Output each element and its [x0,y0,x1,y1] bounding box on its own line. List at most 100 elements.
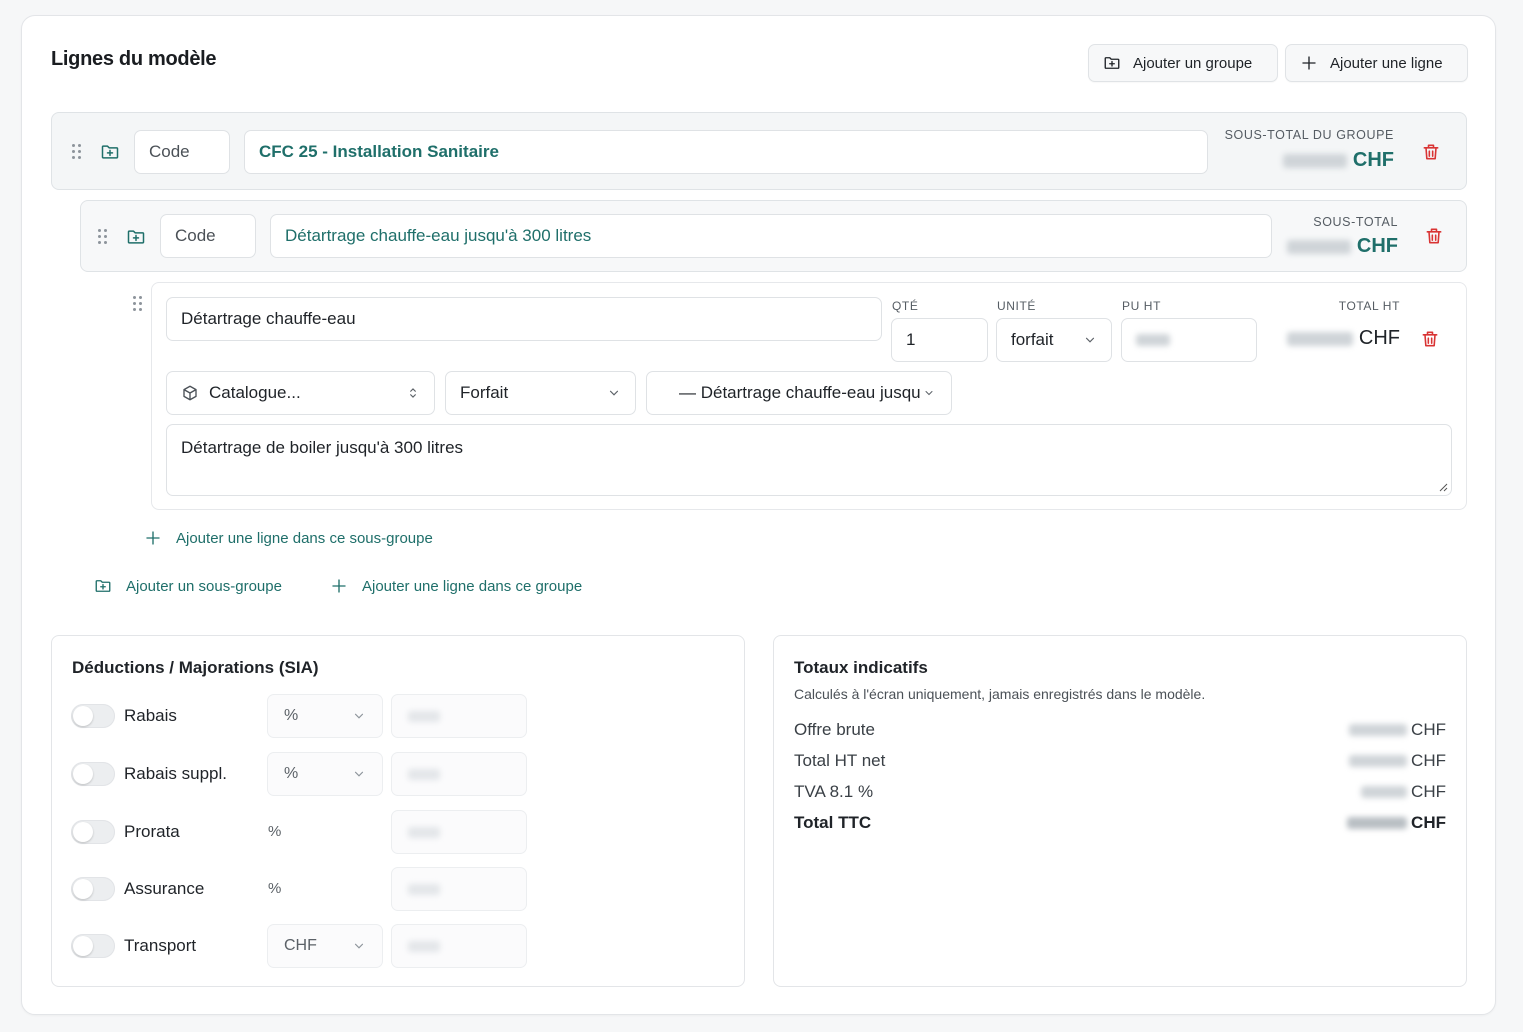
prorata-unit: % [268,823,282,840]
delete-subgroup-trash-icon[interactable] [1424,226,1444,246]
chevron-down-icon [925,391,933,396]
chevron-down-icon [1085,337,1095,343]
total-ht-amount: CHF [1286,327,1400,350]
total-row-offre-brute: Offre brute CHF [794,720,1446,740]
total-row-ttc: Total TTC CHF [794,813,1446,833]
type-value: Forfait [460,383,509,402]
resize-handle-icon[interactable] [1438,482,1448,492]
drag-handle-icon[interactable] [72,144,82,160]
rabais-toggle[interactable] [71,704,115,728]
prorata-value-input[interactable] [391,810,527,854]
chevron-down-icon [354,771,364,777]
transport-value-blurred [408,940,440,952]
section-title: Lignes du modèle [51,48,217,70]
rabais-unit-select[interactable]: % [267,694,383,738]
add-line-label: Ajouter une ligne [1330,54,1443,72]
folder-plus-icon [95,580,111,592]
ttc-value-blurred [1347,817,1408,829]
unit-label: UNITÉ [997,299,1036,313]
qty-input[interactable]: 1 [891,318,988,362]
deductions-title: Déductions / Majorations (SIA) [72,658,319,677]
total-ht-currency: CHF [1358,327,1400,349]
type-select[interactable]: Forfait [445,371,636,415]
total-row-tva: TVA 8.1 % CHF [794,782,1446,802]
rabais-suppl-unit-select[interactable]: % [267,752,383,796]
assurance-value-input[interactable] [391,867,527,911]
delete-group-trash-icon[interactable] [1421,142,1441,162]
plus-icon [1302,56,1316,70]
group-subtotal-value-blurred [1282,153,1347,168]
group-subtotal-amount: CHF [1282,149,1394,172]
add-line-in-group-label: Ajouter une ligne dans ce groupe [362,577,583,595]
subgroup-code-input[interactable]: Code [160,214,256,258]
rabais-label: Rabais [124,706,177,725]
add-subgroup-label: Ajouter un sous-groupe [126,577,282,595]
add-line-in-subgroup-label: Ajouter une ligne dans ce sous-groupe [176,529,433,547]
tva-currency: CHF [1411,782,1446,801]
add-subgroup-link[interactable]: Ajouter un sous-groupe [94,577,282,595]
prorata-value-blurred [408,826,440,838]
unit-select[interactable]: forfait [996,318,1112,362]
rabais-suppl-value-blurred [408,768,440,780]
add-line-button[interactable]: Ajouter une ligne [1285,44,1468,82]
subgroup-subtotal-value-blurred [1286,239,1351,254]
catalogue-select[interactable]: Catalogue... [166,371,435,415]
subgroup-name-value: Détartrage chauffe-eau jusqu'à 300 litre… [285,226,592,245]
rabais-value-input[interactable] [391,694,527,738]
plus-icon [332,579,346,593]
line-title-value: Détartrage chauffe-eau [181,309,356,328]
drag-handle-icon[interactable] [133,296,143,312]
add-group-button[interactable]: Ajouter un groupe [1088,44,1278,82]
add-line-in-subgroup-link[interactable]: Ajouter une ligne dans ce sous-groupe [144,529,433,547]
line-title-input[interactable]: Détartrage chauffe-eau [166,297,882,341]
transport-unit-select[interactable]: CHF [267,924,383,968]
folder-plus-icon[interactable] [126,227,146,247]
subgroup-name-input[interactable]: Détartrage chauffe-eau jusqu'à 300 litre… [270,214,1272,258]
subgroup-subtotal-amount: CHF [1286,235,1398,258]
pu-label: PU HT [1122,299,1161,313]
catalogue-label: Catalogue... [209,383,301,402]
drag-handle-icon[interactable] [98,229,108,245]
transport-label: Transport [124,936,197,955]
total-label-tva: TVA 8.1 % [794,782,874,801]
line-item-card: Détartrage chauffe-eau QTÉ 1 UNITÉ forfa… [151,282,1467,510]
description-textarea[interactable]: Détartrage de boiler jusqu'à 300 litres [166,424,1452,496]
article-value: — Détartrage chauffe-eau jusqu [679,383,921,402]
folder-plus-icon[interactable] [100,142,120,162]
tva-value-blurred [1361,786,1408,798]
article-select[interactable]: — Détartrage chauffe-eau jusqu [646,371,952,415]
assurance-toggle[interactable] [71,877,115,901]
rabais-value-blurred [408,710,440,722]
transport-value-input[interactable] [391,924,527,968]
assurance-label: Assurance [124,879,205,898]
group-name-input[interactable]: CFC 25 - Installation Sanitaire [244,130,1208,174]
totals-title: Totaux indicatifs [794,658,928,677]
add-group-label: Ajouter un groupe [1133,54,1253,72]
transport-toggle[interactable] [71,934,115,958]
delete-line-trash-icon[interactable] [1420,329,1440,349]
chevron-down-icon [609,390,619,396]
group-name-value: CFC 25 - Installation Sanitaire [259,142,499,161]
total-label-ht-net: Total HT net [794,751,886,770]
totals-panel: Totaux indicatifs Calculés à l'écran uni… [773,635,1467,987]
qty-value: 1 [906,330,916,349]
group-code-input[interactable]: Code [134,130,230,174]
subgroup-row: Code Détartrage chauffe-eau jusqu'à 300 … [80,200,1467,272]
transport-unit: CHF [284,937,317,954]
rabais-suppl-value-input[interactable] [391,752,527,796]
pu-input[interactable] [1121,318,1257,362]
prorata-toggle[interactable] [71,820,115,844]
offre-brute-value-blurred [1349,724,1408,736]
chevron-down-icon [354,943,364,949]
total-label-ttc: Total TTC [794,813,872,832]
total-label-offre-brute: Offre brute [794,720,875,739]
rabais-suppl-toggle[interactable] [71,762,115,786]
pu-value-blurred [1136,334,1170,346]
folder-plus-icon [1104,57,1120,69]
add-line-in-group-link[interactable]: Ajouter une ligne dans ce groupe [330,577,582,595]
totals-subtitle: Calculés à l'écran uniquement, jamais en… [794,686,1206,702]
unit-value: forfait [1011,330,1054,349]
group-code-placeholder: Code [149,142,190,161]
rabais-suppl-label: Rabais suppl. [124,764,228,783]
ttc-currency: CHF [1411,813,1446,832]
